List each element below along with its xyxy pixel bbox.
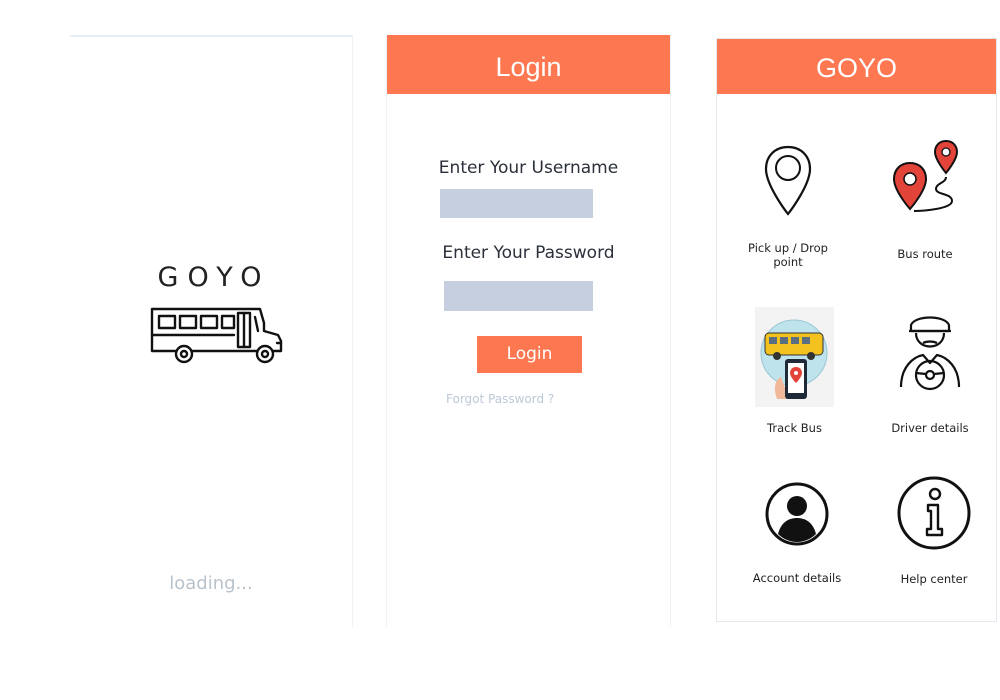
tile-track-bus[interactable]: Track Bus xyxy=(755,307,834,442)
tile-label: Driver details xyxy=(891,421,969,435)
tile-account-details[interactable]: Account details xyxy=(753,482,841,592)
tile-bus-route[interactable]: Bus route xyxy=(892,139,958,261)
loading-text: loading... xyxy=(169,573,253,594)
tile-label: Pick up / Drop point xyxy=(748,241,828,269)
tile-label: Help center xyxy=(900,572,968,586)
password-field[interactable] xyxy=(444,281,593,311)
track-bus-icon xyxy=(755,307,834,407)
login-button[interactable]: Login xyxy=(477,336,582,373)
forgot-password-link[interactable]: Forgot Password ? xyxy=(446,392,554,406)
route-icon xyxy=(892,139,958,212)
splash-brand-title: GOYO xyxy=(157,262,271,293)
map-pin-icon xyxy=(764,145,812,216)
login-screen: Login Enter Your Username Enter Your Pas… xyxy=(386,35,671,627)
tile-pickup-drop[interactable]: Pick up / Drop point xyxy=(748,144,828,269)
splash-screen: GOYO loading... xyxy=(70,35,353,627)
password-label: Enter Your Password xyxy=(442,243,615,263)
driver-icon xyxy=(899,316,961,391)
username-field[interactable] xyxy=(440,189,593,218)
tile-label: Track Bus xyxy=(767,421,822,435)
tile-label: Bus route xyxy=(897,247,953,261)
tile-label: Account details xyxy=(752,571,842,585)
login-header: Login xyxy=(387,35,670,94)
menu-screen: GOYO Pick up / Drop point Bus route Trac… xyxy=(716,38,997,622)
menu-header: GOYO xyxy=(717,39,996,94)
tile-driver-details[interactable]: Driver details xyxy=(891,311,969,441)
info-icon xyxy=(897,476,971,550)
school-bus-icon xyxy=(148,303,286,365)
username-label: Enter Your Username xyxy=(438,158,619,178)
tile-help-center[interactable]: Help center xyxy=(896,475,972,590)
account-icon xyxy=(765,482,829,546)
